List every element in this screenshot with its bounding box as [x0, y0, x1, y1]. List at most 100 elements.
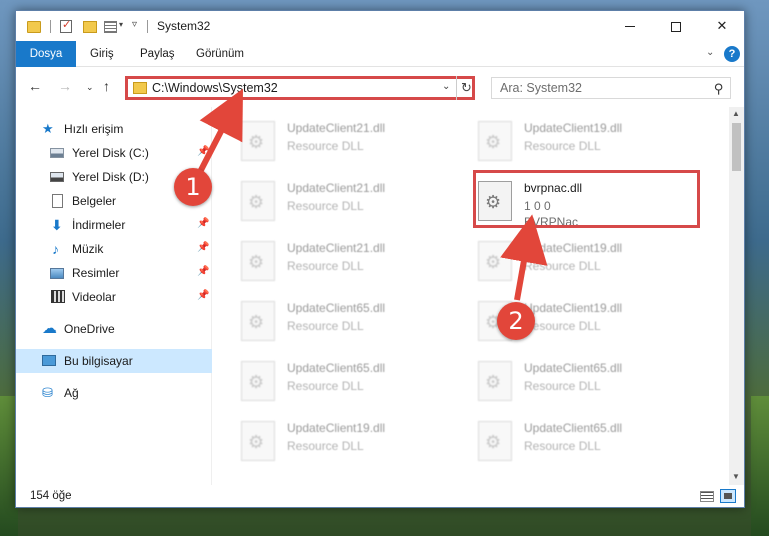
tab-home[interactable]: Giriş [78, 41, 126, 67]
recent-locations-icon[interactable]: ⌄ [86, 82, 94, 93]
file-name: UpdateClient65.dll [287, 301, 386, 315]
file-description: Resource DLL [524, 379, 601, 393]
file-item[interactable]: UpdateClient65.dll Resource DLL [241, 359, 471, 417]
sidebar-item-label: Müzik [72, 242, 104, 256]
file-name: UpdateClient19.dll [524, 241, 623, 255]
back-arrow-icon[interactable]: ← [28, 78, 42, 94]
video-icon [51, 290, 65, 303]
address-dropdown-icon[interactable]: ⌄ [442, 81, 450, 92]
customize-toolbar-icon[interactable]: ▿ [132, 19, 137, 35]
properties-icon[interactable] [60, 18, 72, 33]
file-name: UpdateClient19.dll [524, 301, 623, 315]
address-bar[interactable]: C:\Windows\System32 ⌄ ↻ [125, 76, 475, 100]
help-icon[interactable]: ? [724, 46, 740, 62]
file-item[interactable]: UpdateClient19.dll Resource DLL [478, 119, 708, 177]
folder-icon [27, 21, 41, 33]
navigation-pane: ★ Hızlı erişim Yerel Disk (C:) 📌 Yerel D… [16, 107, 212, 485]
sidebar-item-downloads[interactable]: ⬇ İndirmeler 📌 [16, 213, 212, 237]
sidebar-item-label: Hızlı erişim [64, 122, 124, 136]
sidebar-item-quick-access[interactable]: ★ Hızlı erişim [16, 117, 212, 141]
pin-icon[interactable]: 📌 [197, 146, 209, 157]
new-folder-icon[interactable] [83, 21, 97, 33]
step-2-badge: 2 [497, 302, 535, 340]
drive-icon [50, 148, 64, 158]
expand-ribbon-icon[interactable]: ⌄ [706, 47, 714, 58]
file-description: Resource DLL [287, 139, 364, 153]
desktop-background [751, 396, 769, 536]
pin-icon[interactable]: 📌 [197, 266, 209, 277]
sidebar-item-music[interactable]: ♪ Müzik 📌 [16, 237, 212, 261]
sidebar-item-videos[interactable]: Videolar 📌 [16, 285, 212, 309]
sidebar-item-label: Belgeler [72, 194, 117, 208]
dll-file-icon [241, 121, 275, 161]
file-description: Resource DLL [287, 199, 364, 213]
address-path[interactable]: C:\Windows\System32 [152, 81, 278, 95]
pin-icon[interactable]: 📌 [197, 218, 209, 229]
refresh-icon[interactable]: ↻ [456, 76, 476, 100]
file-name: UpdateClient19.dll [524, 121, 623, 135]
music-icon: ♪ [52, 241, 59, 257]
file-item[interactable]: UpdateClient65.dll Resource DLL [478, 419, 708, 477]
file-item[interactable]: UpdateClient65.dll Resource DLL [478, 359, 708, 417]
navigation-bar: ← → ⌄ ↑ C:\Windows\System32 ⌄ ↻ Ara: Sys… [16, 68, 744, 106]
sidebar-item-label: Videolar [72, 290, 116, 304]
file-name: UpdateClient65.dll [524, 421, 623, 435]
file-description: Resource DLL [524, 319, 601, 333]
maximize-button[interactable] [653, 11, 699, 41]
computer-icon [42, 355, 56, 366]
sidebar-item-local-disk-c[interactable]: Yerel Disk (C:) 📌 [16, 141, 212, 165]
scrollbar-thumb[interactable] [732, 123, 741, 171]
pictures-icon [50, 268, 64, 279]
file-description: Resource DLL [287, 319, 364, 333]
sidebar-item-pictures[interactable]: Resimler 📌 [16, 261, 212, 285]
sidebar-item-network[interactable]: ⛁ Ağ [16, 381, 212, 405]
dll-file-icon [478, 361, 512, 401]
large-icons-view-icon[interactable] [720, 489, 736, 503]
search-input[interactable]: Ara: System32 ⚲ [491, 77, 731, 99]
network-icon: ⛁ [42, 385, 53, 400]
file-item[interactable]: UpdateClient65.dll Resource DLL [241, 299, 471, 357]
tab-share[interactable]: Paylaş [128, 41, 187, 67]
sidebar-item-label: Resimler [72, 266, 120, 280]
sidebar-item-label: Bu bilgisayar [64, 354, 133, 368]
maximize-icon [671, 21, 681, 32]
step-1-badge: 1 [174, 168, 212, 206]
search-placeholder: Ara: System32 [500, 81, 582, 95]
title-bar: ▾ ▿ System32 ✕ [16, 11, 744, 41]
tab-file[interactable]: Dosya [16, 41, 76, 67]
file-description: Resource DLL [524, 139, 601, 153]
sidebar-item-this-pc[interactable]: Bu bilgisayar [16, 349, 212, 373]
up-arrow-icon[interactable]: ↑ [103, 78, 110, 94]
minimize-button[interactable] [607, 11, 653, 41]
dll-file-icon [478, 241, 512, 281]
file-name: UpdateClient21.dll [287, 241, 386, 255]
file-item[interactable]: UpdateClient19.dll Resource DLL [478, 239, 708, 297]
scroll-down-icon[interactable]: ▼ [732, 472, 740, 481]
pin-icon[interactable]: 📌 [197, 242, 209, 253]
details-view-icon[interactable] [700, 491, 714, 502]
file-name: UpdateClient21.dll [287, 121, 386, 135]
sidebar-item-label: OneDrive [64, 322, 115, 336]
pin-icon[interactable]: 📌 [197, 290, 209, 301]
chevron-down-icon[interactable]: ▾ [119, 20, 123, 36]
dll-file-icon [241, 361, 275, 401]
sidebar-item-label: Yerel Disk (D:) [72, 170, 149, 184]
view-menu-icon[interactable] [104, 21, 117, 33]
vertical-scrollbar[interactable]: ▲ ▼ [729, 107, 744, 485]
file-list: UpdateClient21.dll Resource DLL UpdateCl… [213, 107, 729, 485]
file-item[interactable]: UpdateClient19.dll Resource DLL [241, 419, 471, 477]
close-button[interactable]: ✕ [699, 11, 745, 41]
file-item[interactable]: UpdateClient21.dll Resource DLL [241, 119, 471, 177]
dll-file-icon [241, 421, 275, 461]
sidebar-item-onedrive[interactable]: ☁ OneDrive [16, 317, 212, 341]
file-name: UpdateClient19.dll [287, 421, 386, 435]
tab-view[interactable]: Görünüm [184, 41, 256, 67]
file-explorer-window: ▾ ▿ System32 ✕ Dosya Giriş Paylaş Görünü… [15, 10, 745, 508]
file-item[interactable]: UpdateClient21.dll Resource DLL [241, 239, 471, 297]
forward-arrow-icon[interactable]: → [58, 78, 72, 94]
scroll-up-icon[interactable]: ▲ [732, 109, 740, 118]
download-icon: ⬇ [51, 217, 63, 233]
sidebar-item-label: Ağ [64, 386, 79, 400]
file-description: Resource DLL [524, 259, 601, 273]
file-item[interactable]: UpdateClient21.dll Resource DLL [241, 179, 471, 237]
